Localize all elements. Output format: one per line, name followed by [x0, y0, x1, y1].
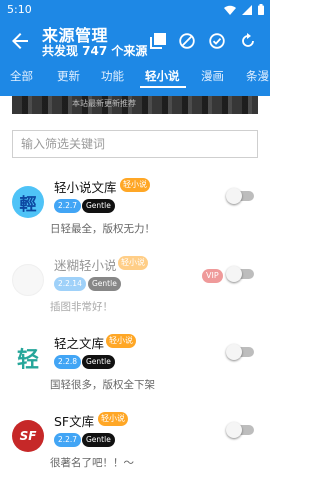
source-description: 很著名了吧！！～: [50, 457, 134, 469]
wifi-icon: [224, 5, 236, 15]
block-icon: [179, 33, 195, 49]
back-button[interactable]: [8, 29, 32, 53]
source-name: 迷糊轻小说: [54, 258, 117, 273]
toolbar: 来源管理 共发现 747 个来源: [0, 20, 270, 62]
gentle-chip: Gentle: [82, 355, 115, 369]
source-name: SF文库: [54, 414, 95, 429]
enable-toggle[interactable]: [226, 422, 256, 438]
battery-icon: [258, 4, 264, 15]
version-chip: 2.2.14: [54, 277, 86, 291]
app-header: 5:10 来源管理 共发现 747 个来源 全部 更新 功能 轻小说 漫画 条漫: [0, 0, 270, 96]
back-arrow-icon: [12, 33, 28, 49]
gentle-chip: Gentle: [82, 433, 115, 447]
filter-search: [12, 130, 258, 158]
status-icons: [224, 4, 264, 15]
tab-webtoon[interactable]: 条漫: [246, 68, 269, 84]
category-badge: 轻小说: [98, 412, 128, 426]
source-avatar: [12, 264, 44, 296]
tab-updates[interactable]: 更新: [57, 68, 80, 84]
tab-manga[interactable]: 漫画: [201, 68, 224, 84]
source-avatar: 轻: [12, 342, 44, 374]
status-time: 5:10: [7, 3, 32, 16]
enable-toggle[interactable]: [226, 188, 256, 204]
source-avatar: 輕: [12, 186, 44, 218]
source-item[interactable]: 輕 轻小说文库 轻小说 2.2.7 Gentle 日轻最全，版权无力！: [0, 172, 270, 250]
gentle-chip: Gentle: [82, 199, 115, 213]
avatar-glyph: 轻: [16, 348, 39, 373]
vip-badge: VIP: [202, 269, 223, 283]
tab-features[interactable]: 功能: [101, 68, 124, 84]
source-item[interactable]: 迷糊轻小说 轻小说 2.2.14 Gentle 插图非常好！ VIP: [0, 250, 270, 328]
tab-all[interactable]: 全部: [10, 68, 33, 84]
source-description: 插图非常好！: [50, 301, 113, 313]
enable-toggle[interactable]: [226, 266, 256, 282]
source-item[interactable]: SF SF文库 轻小说 2.2.7 Gentle 很著名了吧！！～: [0, 406, 270, 480]
category-badge: 轻小说: [120, 178, 150, 192]
check-circle-icon: [209, 33, 225, 49]
category-badge: 轻小说: [106, 334, 136, 348]
enable-all-button[interactable]: [207, 31, 227, 51]
banner-text: 本站最新更新推荐: [72, 99, 136, 108]
source-name: 轻小说文库: [54, 180, 117, 195]
version-chip: 2.2.7: [54, 433, 82, 447]
source-description: 国轻很多，版权全下架: [50, 379, 155, 391]
category-tabs: 全部 更新 功能 轻小说 漫画 条漫: [0, 66, 270, 88]
version-chip: 2.2.8: [54, 355, 82, 369]
copy-button[interactable]: [148, 31, 168, 51]
avatar-glyph: 輕: [19, 194, 37, 215]
source-count: 共发现 747 个来源: [42, 44, 148, 58]
filter-input[interactable]: [13, 131, 257, 157]
refresh-icon: [242, 33, 254, 47]
disable-all-button[interactable]: [177, 31, 197, 51]
source-avatar: SF: [12, 420, 44, 452]
copy-icon: [150, 33, 166, 49]
status-bar: 5:10: [0, 0, 270, 20]
category-badge: 轻小说: [118, 256, 148, 270]
refresh-button[interactable]: [238, 31, 258, 51]
tab-light-novel[interactable]: 轻小说: [145, 68, 180, 84]
version-chip: 2.2.7: [54, 199, 82, 213]
signal-icon: [242, 4, 252, 15]
source-item[interactable]: 轻 轻之文库 轻小说 2.2.8 Gentle 国轻很多，版权全下架: [0, 328, 270, 406]
source-name: 轻之文库: [54, 336, 105, 351]
banner-image[interactable]: 本站最新更新推荐: [12, 96, 258, 114]
avatar-glyph: SF: [19, 429, 37, 443]
tab-indicator: [140, 86, 186, 88]
gentle-chip: Gentle: [88, 277, 121, 291]
source-description: 日轻最全，版权无力！: [50, 223, 155, 235]
enable-toggle[interactable]: [226, 344, 256, 360]
